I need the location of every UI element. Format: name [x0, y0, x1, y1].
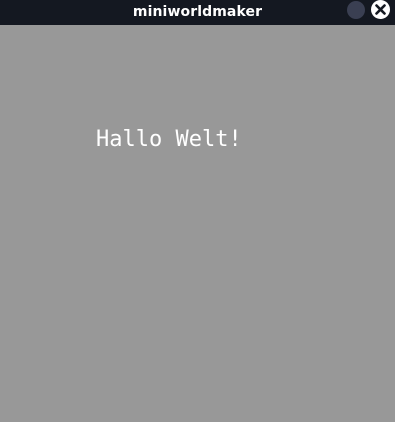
world-canvas[interactable]: Hallo Welt! [0, 25, 395, 422]
title-bar[interactable]: miniworldmaker [0, 0, 395, 25]
app-window: miniworldmaker Hallo Welt! [0, 0, 395, 422]
window-title: miniworldmaker [132, 4, 263, 20]
minimize-button[interactable] [347, 1, 365, 19]
close-icon [375, 4, 386, 15]
hello-text: Hallo Welt! [96, 127, 242, 152]
close-button[interactable] [371, 0, 390, 19]
